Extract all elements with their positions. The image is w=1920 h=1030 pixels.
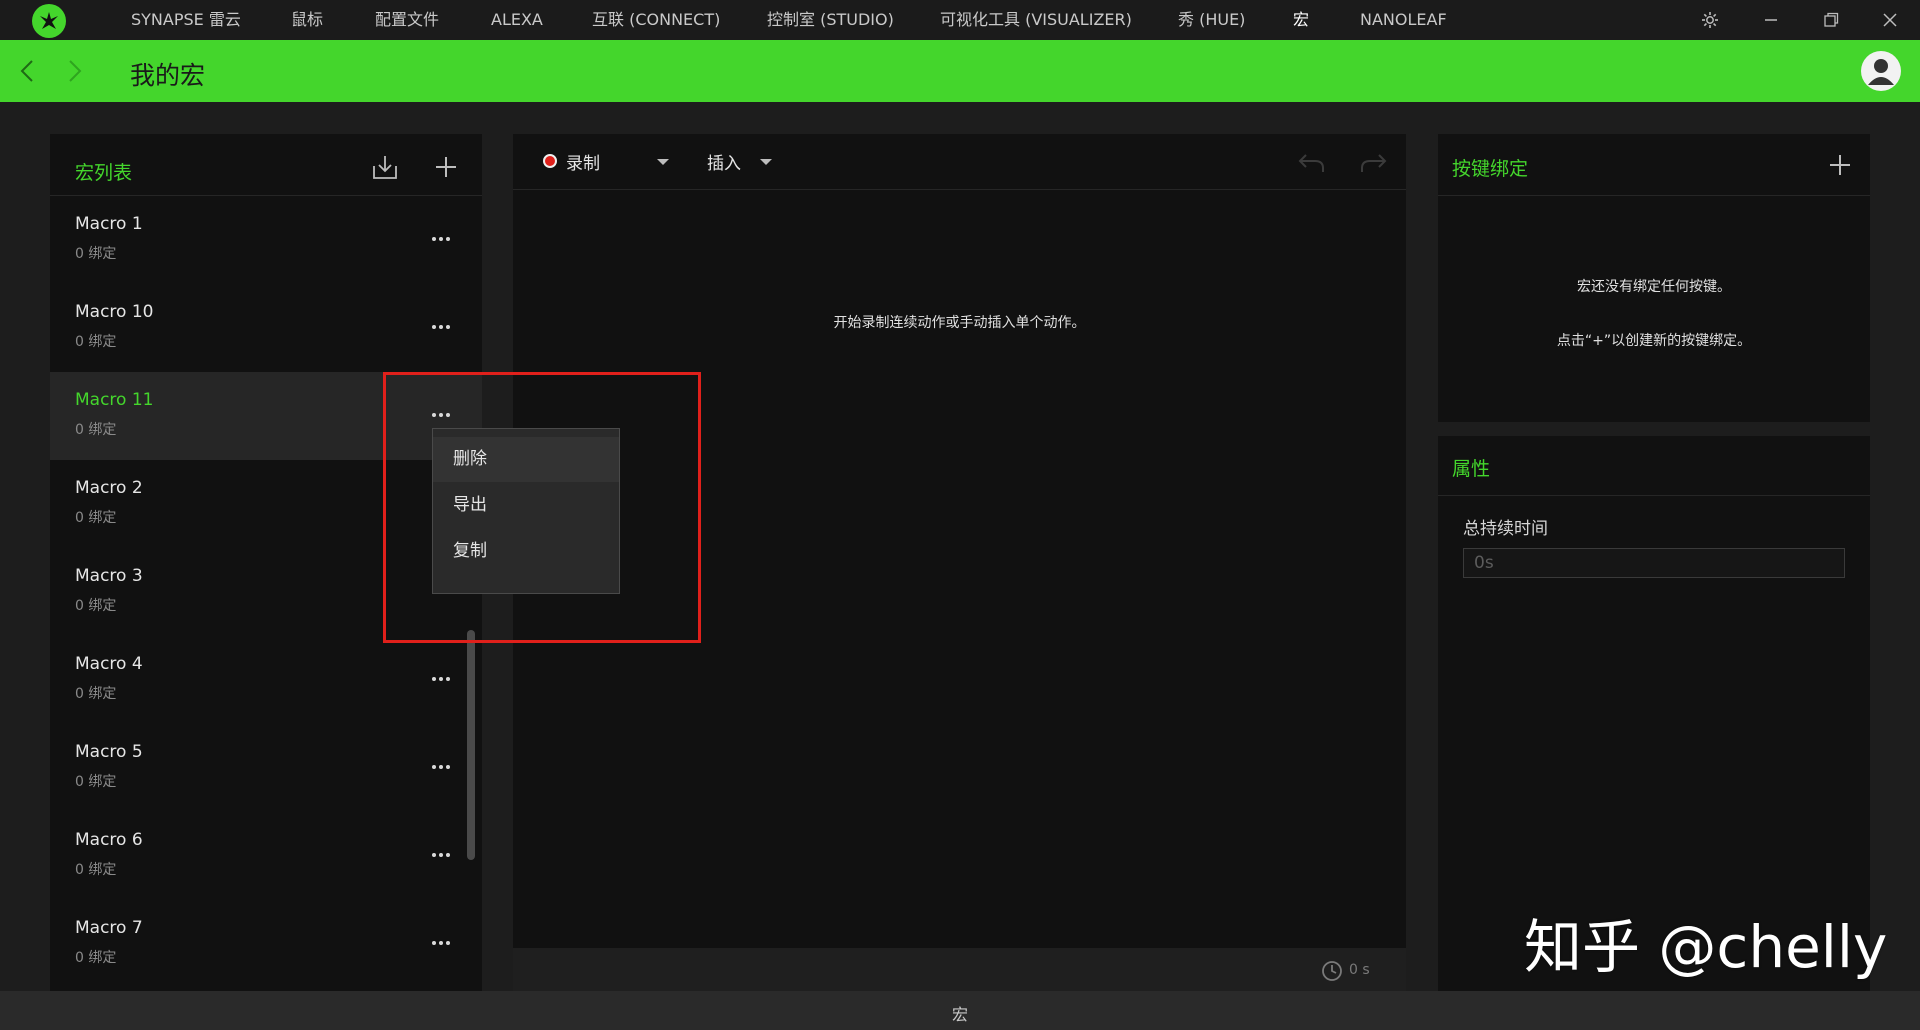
nav-hue[interactable]: 秀 (HUE) [1178,0,1245,40]
more-options-icon[interactable] [426,840,456,870]
key-binding-empty-line2: 点击“+”以创建新的按键绑定。 [1556,333,1752,349]
close-icon[interactable] [1868,0,1912,40]
nav-mouse[interactable]: 鼠标 [291,0,323,40]
razer-logo-icon[interactable] [32,4,66,38]
properties-title: 属性 [1452,458,1491,480]
status-bar-label: 宏 [951,1005,968,1024]
macro-binding-count: 0 绑定 [75,422,117,438]
add-key-binding-icon[interactable] [1825,150,1855,180]
macro-binding-count: 0 绑定 [75,598,117,614]
macro-name: Macro 10 [75,302,154,322]
back-chevron-icon[interactable] [14,56,40,86]
header-bar [0,40,1920,102]
settings-gear-icon[interactable] [1688,0,1732,40]
macro-name: Macro 1 [75,214,143,234]
total-duration-readout: 0 s [1349,962,1370,978]
more-options-icon[interactable] [426,752,456,782]
nav-studio[interactable]: 控制室 (STUDIO) [767,0,894,40]
import-icon[interactable] [370,152,400,182]
total-duration-input[interactable]: 0s [1463,548,1845,578]
record-button[interactable]: 录制 [566,149,600,174]
macro-list-item[interactable]: Macro 5 0 绑定 [50,724,482,812]
highlight-annotation-box [383,372,701,643]
nav-synapse[interactable]: SYNAPSE 雷云 [131,0,241,40]
nav-alexa[interactable]: ALEXA [491,0,543,40]
macro-binding-count: 0 绑定 [75,862,117,878]
page-title: 我的宏 [130,61,206,90]
macro-list-item[interactable]: Macro 6 0 绑定 [50,812,482,900]
macro-list-item[interactable]: Macro 1 0 绑定 [50,196,482,284]
macro-list-header: 宏列表 [50,134,482,196]
macro-binding-count: 0 绑定 [75,950,117,966]
nav-macro[interactable]: 宏 [1293,0,1309,40]
nav-connect[interactable]: 互联 (CONNECT) [592,0,720,40]
nav-profiles[interactable]: 配置文件 [375,0,439,40]
macro-name: Macro 6 [75,830,143,850]
user-avatar-icon[interactable] [1861,51,1901,91]
macro-binding-count: 0 绑定 [75,334,117,350]
restore-icon[interactable] [1809,0,1853,40]
editor-footer: 0 s [513,948,1406,991]
macro-list-item[interactable]: Macro 7 0 绑定 [50,900,482,988]
macro-list-title: 宏列表 [75,162,133,184]
macro-name: Macro 4 [75,654,143,674]
key-binding-title: 按键绑定 [1452,158,1529,180]
macro-name: Macro 2 [75,478,143,498]
add-macro-icon[interactable] [431,152,461,182]
macro-name: Macro 7 [75,918,143,938]
forward-chevron-icon[interactable] [62,56,88,86]
macro-binding-count: 0 绑定 [75,246,117,262]
redo-icon[interactable] [1358,146,1390,178]
macro-list-item[interactable]: Macro 4 0 绑定 [50,636,482,724]
macro-name: Macro 3 [75,566,143,586]
total-duration-label: 总持续时间 [1463,519,1548,539]
undo-icon[interactable] [1295,146,1327,178]
macro-list-item[interactable]: Macro 10 0 绑定 [50,284,482,372]
more-options-icon[interactable] [426,312,456,342]
key-binding-empty-line1: 宏还没有绑定任何按键。 [1577,279,1731,295]
clock-icon [1321,960,1343,982]
more-options-icon[interactable] [426,224,456,254]
macro-name: Macro 11 [75,390,154,410]
nav-visualizer[interactable]: 可视化工具 (VISUALIZER) [940,0,1132,40]
watermark: 知乎 @chelly [1524,913,1888,981]
macro-binding-count: 0 绑定 [75,510,117,526]
macro-name: Macro 5 [75,742,143,762]
more-options-icon[interactable] [426,664,456,694]
record-options-chevron-down-icon[interactable] [653,152,673,172]
more-options-icon[interactable] [426,928,456,958]
insert-button[interactable]: 插入 [707,149,741,174]
status-bar: 宏 [0,991,1920,1030]
insert-options-chevron-down-icon[interactable] [756,152,776,172]
macro-list-scrollbar[interactable] [467,630,475,860]
key-binding-header: 按键绑定 [1438,134,1870,196]
editor-toolbar: 录制 插入 [513,134,1406,190]
properties-header: 属性 [1438,436,1870,496]
nav-nanoleaf[interactable]: NANOLEAF [1360,0,1447,40]
macro-binding-count: 0 绑定 [75,774,117,790]
macro-binding-count: 0 绑定 [75,686,117,702]
title-bar: SYNAPSE 雷云 鼠标 配置文件 ALEXA 互联 (CONNECT) 控制… [0,0,1920,40]
minimize-icon[interactable] [1749,0,1793,40]
editor-empty-message: 开始录制连续动作或手动插入单个动作。 [833,315,1086,331]
record-dot-icon [543,154,557,168]
